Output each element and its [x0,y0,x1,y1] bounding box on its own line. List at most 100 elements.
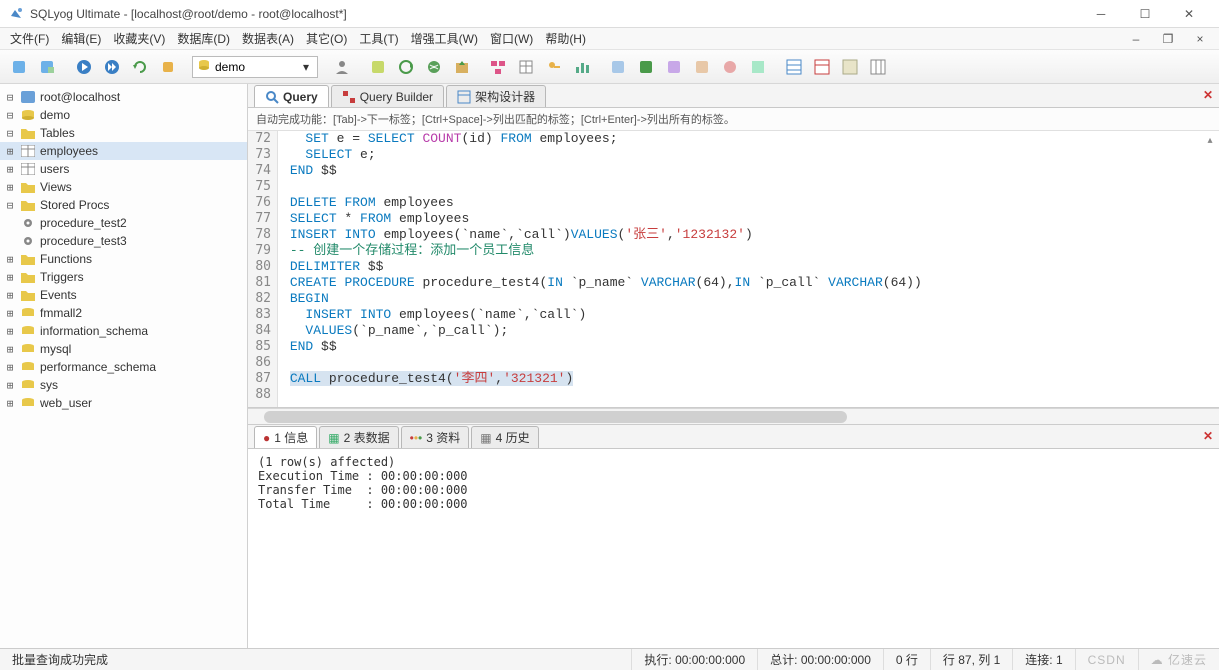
expand-icon[interactable]: ⊞ [4,253,16,266]
tree-connection[interactable]: ⊟ root@localhost [0,88,247,106]
menu-window[interactable]: 窗口(W) [490,30,533,47]
sync-button[interactable] [394,55,418,79]
expand-icon[interactable]: ⊟ [4,109,16,122]
expand-icon[interactable]: ⊞ [4,343,16,356]
close-icon[interactable]: ✕ [1203,88,1213,102]
menu-table[interactable]: 数据表(A) [242,30,294,47]
message-pane[interactable]: (1 row(s) affected) Execution Time : 00:… [248,449,1219,648]
tool-2-button[interactable] [634,55,658,79]
expand-icon[interactable]: ⊞ [4,325,16,338]
tool-6-button[interactable] [746,55,770,79]
menu-fav[interactable]: 收藏夹(V) [113,30,165,47]
tree-folder-functions[interactable]: ⊞ Functions [0,250,247,268]
user-button[interactable] [330,55,354,79]
tree-table-users[interactable]: ⊞ users [0,160,247,178]
mdi-minimize-button[interactable]: – [1127,31,1145,47]
mdi-restore-button[interactable]: ❐ [1159,31,1177,47]
query-icon [265,90,279,104]
tab-tabledata[interactable]: ▦ 2 表数据 [319,426,398,448]
menu-tool[interactable]: 工具(T) [359,30,398,47]
tree-db-sys[interactable]: ⊞sys [0,376,247,394]
tree-proc-test3[interactable]: procedure_test3 [0,232,247,250]
close-icon[interactable]: ✕ [1203,429,1213,443]
grid-2-button[interactable] [810,55,834,79]
tree-table-employees[interactable]: ⊞ employees [0,142,247,160]
key-button[interactable] [542,55,566,79]
tree-folder-tables[interactable]: ⊟ Tables [0,124,247,142]
tool-1-button[interactable] [606,55,630,79]
expand-icon[interactable]: ⊞ [4,145,16,158]
tab-data[interactable]: ••• 3 资料 [401,426,470,448]
tree-proc-test2[interactable]: procedure_test2 [0,214,247,232]
tree-folder-storedprocs[interactable]: ⊟ Stored Procs [0,196,247,214]
close-button[interactable]: ✕ [1167,0,1211,28]
database-icon [20,360,36,374]
chevron-down-icon[interactable]: ▾ [299,60,313,74]
tree-label: Functions [40,252,92,266]
tool-a-button[interactable] [366,55,390,79]
database-selector[interactable]: ▾ [192,56,318,78]
expand-icon[interactable]: ⊞ [4,379,16,392]
expand-icon[interactable]: ⊟ [4,91,16,104]
object-tree[interactable]: ⊟ root@localhost ⊟ demo ⊟ Tables ⊞ emplo… [0,84,248,648]
grid-1-button[interactable] [782,55,806,79]
menu-edit[interactable]: 编辑(E) [61,30,101,47]
export-button[interactable] [450,55,474,79]
grid-3-button[interactable] [838,55,862,79]
expand-icon[interactable]: ⊞ [4,289,16,302]
expand-icon[interactable]: ⊞ [4,307,16,320]
tab-schema-designer[interactable]: 架构设计器 [446,85,546,107]
expand-icon[interactable]: ⊟ [4,199,16,212]
expand-icon[interactable]: ⊟ [4,127,16,140]
menu-enhance[interactable]: 增强工具(W) [411,30,478,47]
world-button[interactable] [422,55,446,79]
grid-4-button[interactable] [866,55,890,79]
chart-button[interactable] [570,55,594,79]
tab-info[interactable]: ● 1 信息 [254,426,317,448]
tree-folder-views[interactable]: ⊞ Views [0,178,247,196]
expand-icon[interactable]: ⊞ [4,163,16,176]
tab-label: 3 资料 [426,429,460,446]
menu-other[interactable]: 其它(O) [306,30,347,47]
tree-folder-events[interactable]: ⊞ Events [0,286,247,304]
minimize-button[interactable]: ─ [1079,0,1123,28]
tree-folder-triggers[interactable]: ⊞ Triggers [0,268,247,286]
tables-button[interactable] [514,55,538,79]
tool-5-button[interactable] [718,55,742,79]
tree-db-demo[interactable]: ⊟ demo [0,106,247,124]
tree-db-information-schema[interactable]: ⊞information_schema [0,322,247,340]
scroll-up-icon[interactable]: ▴ [1203,135,1217,146]
expand-icon[interactable]: ⊞ [4,271,16,284]
tree-db-performance-schema[interactable]: ⊞performance_schema [0,358,247,376]
sql-editor[interactable]: SET e = SELECT COUNT(id) FROM employees;… [278,131,1219,407]
table-icon [20,162,36,176]
mdi-close-button[interactable]: × [1191,31,1209,47]
menu-database[interactable]: 数据库(D) [177,30,230,47]
tree-db-fmmall2[interactable]: ⊞fmmall2 [0,304,247,322]
tool-4-button[interactable] [690,55,714,79]
scrollbar-thumb[interactable] [264,411,847,423]
tab-query[interactable]: Query [254,85,329,107]
refresh-button[interactable] [128,55,152,79]
new-connection2-button[interactable] [36,55,60,79]
horizontal-scrollbar[interactable] [248,408,1219,424]
expand-icon[interactable]: ⊞ [4,397,16,410]
toolbar: ▾ [0,50,1219,84]
new-connection-button[interactable] [8,55,32,79]
schema-button[interactable] [486,55,510,79]
tab-history[interactable]: ▦ 4 历史 [471,426,538,448]
expand-icon[interactable]: ⊞ [4,181,16,194]
tab-query-builder[interactable]: Query Builder [331,85,444,107]
gear-icon [20,216,36,230]
menu-help[interactable]: 帮助(H) [545,30,586,47]
database-selector-input[interactable] [215,60,295,74]
maximize-button[interactable]: ☐ [1123,0,1167,28]
tree-db-mysql[interactable]: ⊞mysql [0,340,247,358]
expand-icon[interactable]: ⊞ [4,361,16,374]
tool-3-button[interactable] [662,55,686,79]
menu-file[interactable]: 文件(F) [10,30,49,47]
run-all-button[interactable] [100,55,124,79]
tree-db-web-user[interactable]: ⊞web_user [0,394,247,412]
run-button[interactable] [72,55,96,79]
stop-button[interactable] [156,55,180,79]
